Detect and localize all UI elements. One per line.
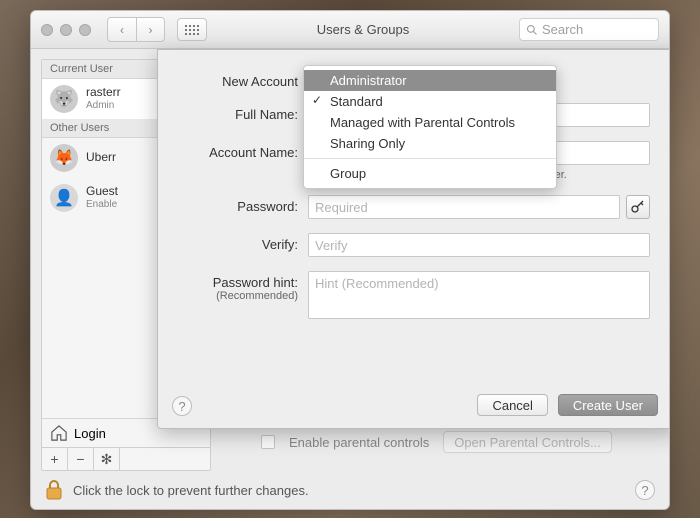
menu-item-group[interactable]: Group: [304, 163, 556, 184]
close-icon[interactable]: [41, 24, 53, 36]
help-button[interactable]: ?: [635, 480, 655, 500]
password-assistant-button[interactable]: [626, 195, 650, 219]
create-user-button[interactable]: Create User: [558, 394, 658, 416]
traffic-lights: [41, 24, 91, 36]
sidebar-footer: + − ✻: [42, 447, 210, 470]
user-role: Admin: [86, 100, 121, 112]
menu-item-standard[interactable]: Standard: [304, 91, 556, 112]
full-name-label: Full Name:: [168, 103, 298, 122]
search-icon: [526, 24, 538, 36]
prefs-window: ‹ › Users & Groups Search Current User 🐺…: [30, 10, 670, 510]
avatar: 🐺: [50, 85, 78, 113]
menu-separator: [304, 158, 556, 159]
verify-label: Verify:: [168, 233, 298, 252]
show-all-button[interactable]: [177, 18, 207, 41]
search-input[interactable]: Search: [519, 18, 659, 41]
enable-parental-label: Enable parental controls: [289, 435, 429, 450]
titlebar: ‹ › Users & Groups Search: [31, 11, 669, 49]
minimize-icon[interactable]: [60, 24, 72, 36]
parental-controls-row: Enable parental controls Open Parental C…: [261, 431, 612, 453]
window-title: Users & Groups: [215, 22, 511, 37]
back-button[interactable]: ‹: [108, 18, 136, 41]
avatar: 👤: [50, 184, 78, 212]
lock-icon[interactable]: [45, 479, 63, 501]
action-menu-button[interactable]: ✻: [94, 448, 120, 470]
sheet-help-button[interactable]: ?: [172, 396, 192, 416]
sheet-footer: Cancel Create User: [477, 394, 658, 416]
key-icon: [631, 200, 645, 214]
grid-icon: [185, 25, 199, 35]
account-type-menu: Administrator Standard Managed with Pare…: [303, 65, 557, 189]
lock-text: Click the lock to prevent further change…: [73, 483, 309, 498]
zoom-icon[interactable]: [79, 24, 91, 36]
user-role: Enable: [86, 199, 118, 211]
password-label: Password:: [168, 195, 298, 214]
search-placeholder: Search: [542, 22, 583, 37]
forward-button[interactable]: ›: [136, 18, 164, 41]
password-field[interactable]: [308, 195, 620, 219]
open-parental-button[interactable]: Open Parental Controls...: [443, 431, 612, 453]
password-hint-field[interactable]: Hint (Recommended): [308, 271, 650, 319]
remove-user-button[interactable]: −: [68, 448, 94, 470]
user-name: Guest: [86, 185, 118, 199]
password-hint-label: Password hint: (Recommended): [168, 271, 298, 302]
lock-row: Click the lock to prevent further change…: [31, 471, 669, 509]
enable-parental-checkbox[interactable]: [261, 435, 275, 449]
menu-item-sharing[interactable]: Sharing Only: [304, 133, 556, 154]
login-options-label: Login: [74, 426, 106, 441]
menu-item-managed[interactable]: Managed with Parental Controls: [304, 112, 556, 133]
verify-field[interactable]: [308, 233, 650, 257]
user-name: Uberr: [86, 151, 116, 165]
add-user-button[interactable]: +: [42, 448, 68, 470]
menu-item-administrator[interactable]: Administrator: [304, 70, 556, 91]
cancel-button[interactable]: Cancel: [477, 394, 547, 416]
account-name-label: Account Name:: [168, 141, 298, 160]
user-meta: rasterr Admin: [86, 86, 121, 111]
avatar: 🦊: [50, 144, 78, 172]
home-icon: [50, 425, 68, 441]
user-name: rasterr: [86, 86, 121, 100]
new-account-label: New Account: [168, 70, 298, 89]
nav-back-forward: ‹ ›: [107, 17, 165, 42]
